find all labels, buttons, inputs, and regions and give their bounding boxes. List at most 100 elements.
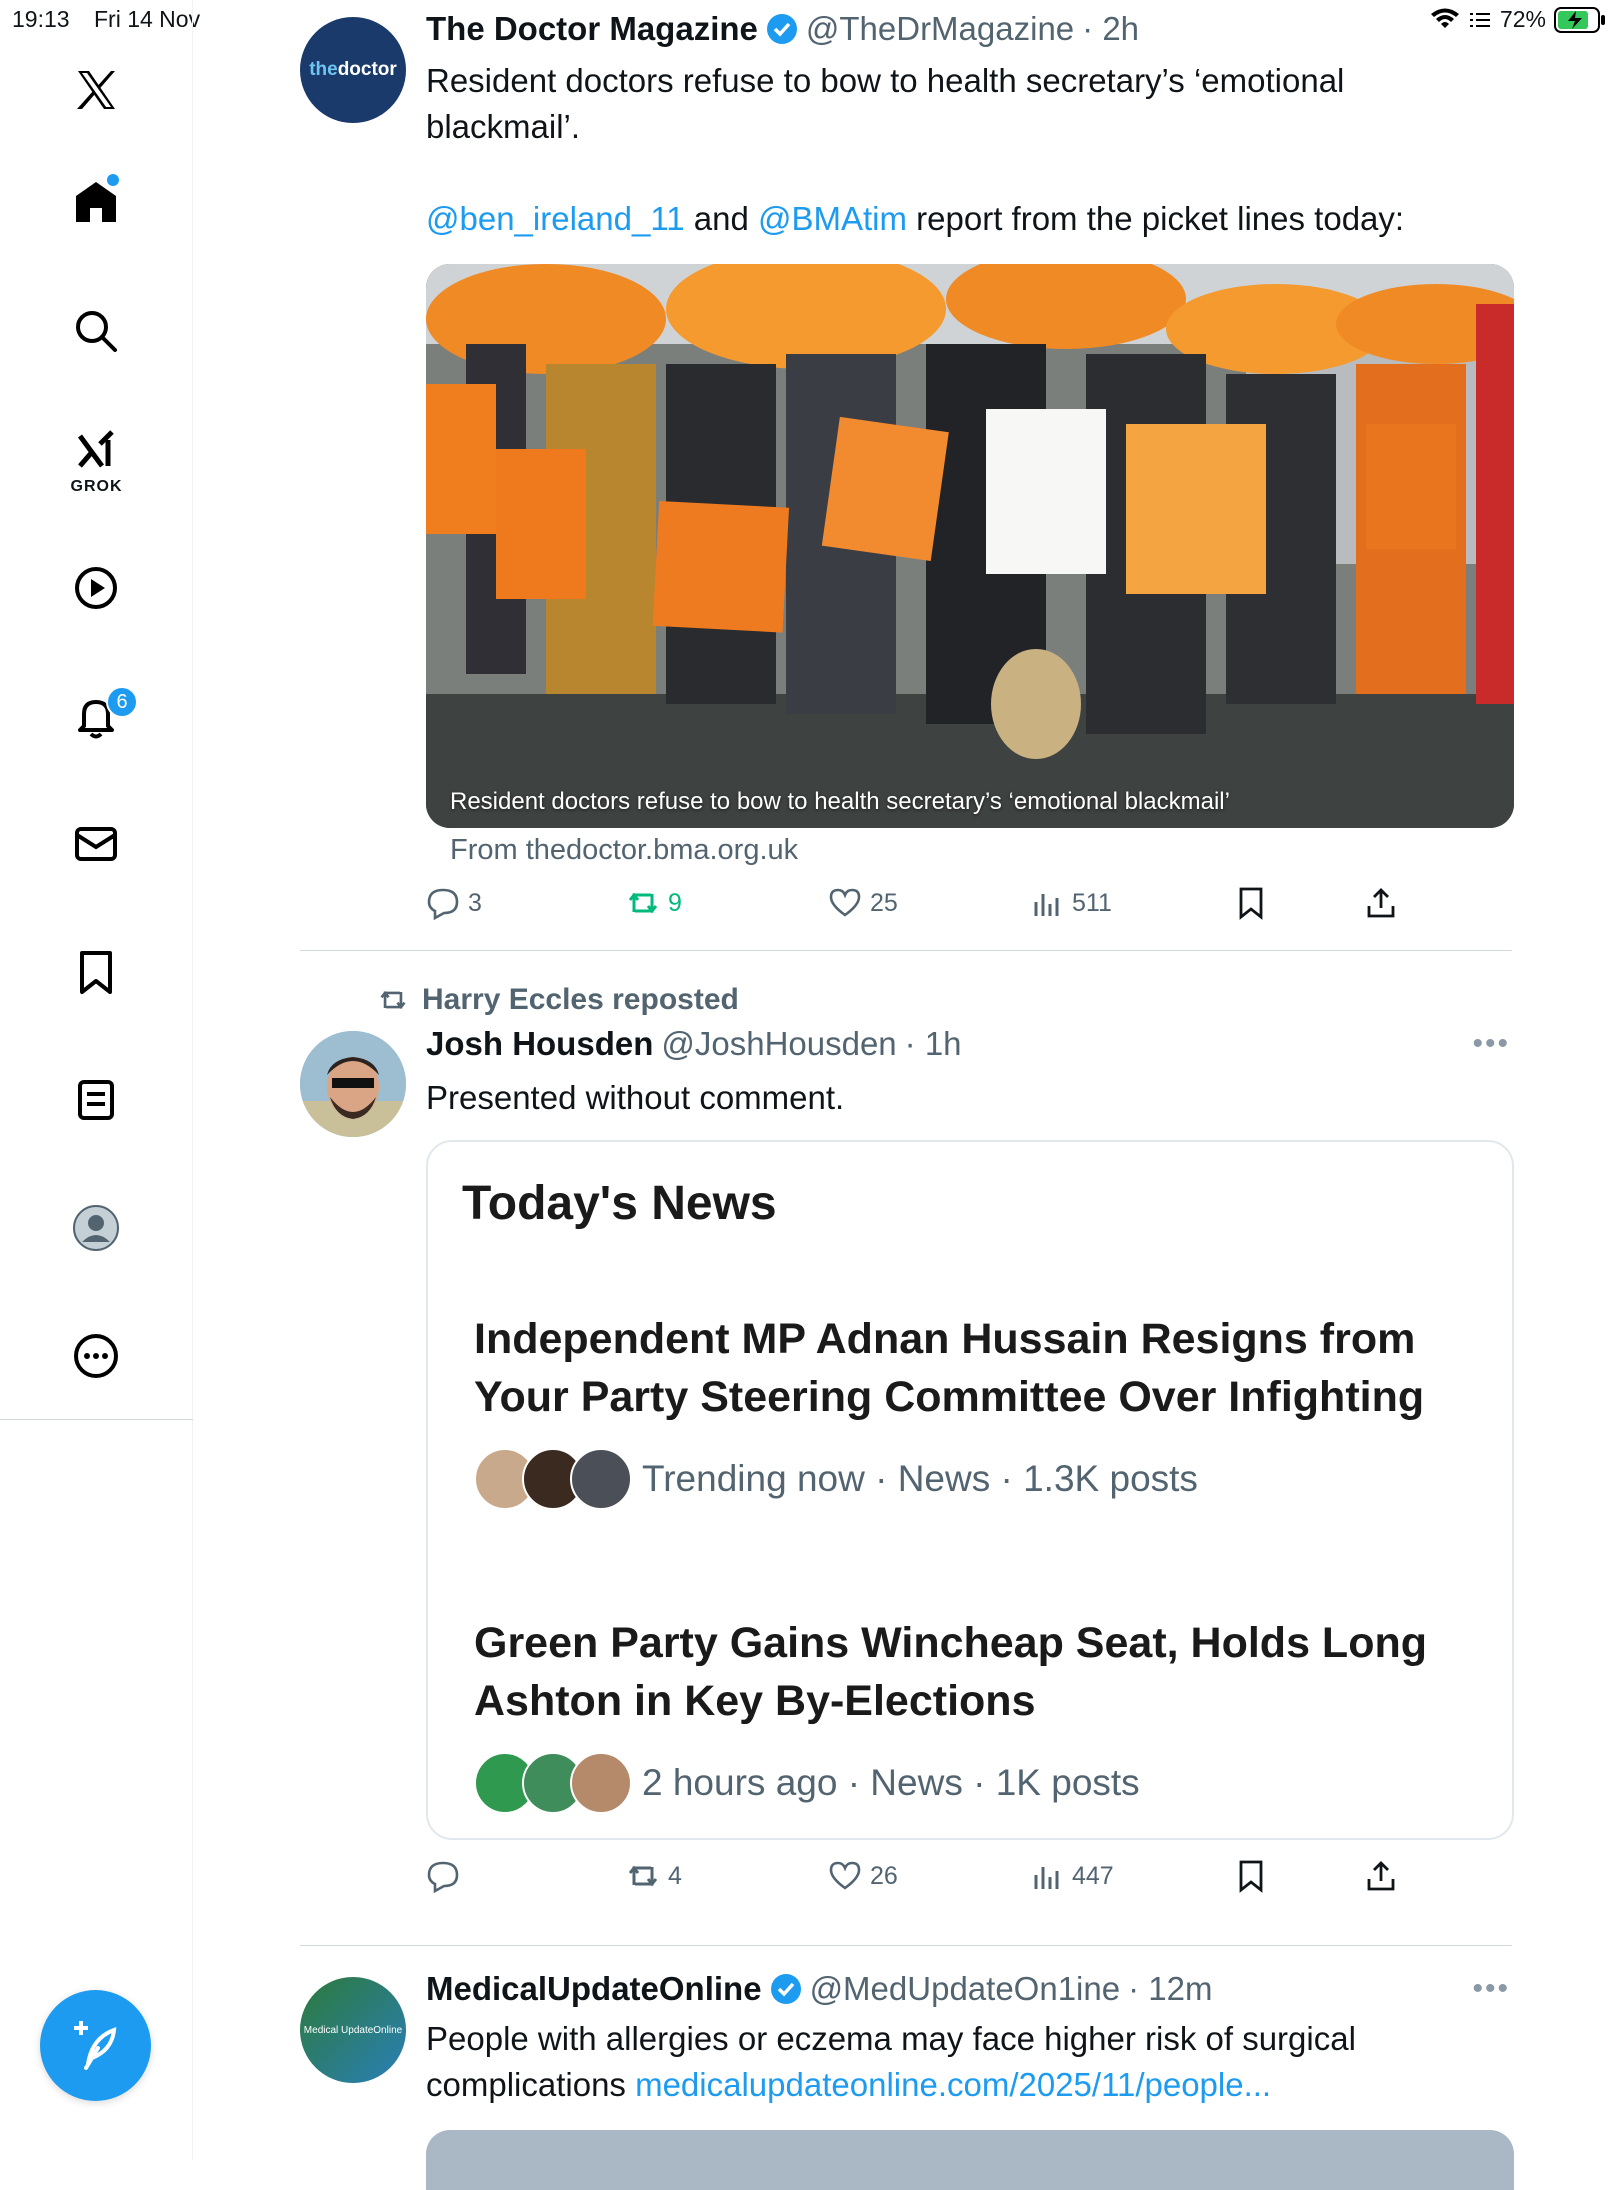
tweet-text-line: blackmail’. <box>426 108 581 145</box>
x-logo-icon[interactable] <box>64 58 128 122</box>
news-card-image[interactable]: Today's News Independent MP Adnan Hussai… <box>426 1140 1514 1840</box>
news-story[interactable]: Green Party Gains Wincheap Seat, Holds L… <box>474 1614 1484 1814</box>
status-right: 72% <box>1430 6 1606 33</box>
participant-avatars <box>474 1752 632 1814</box>
tweet-text-mentions: @ben_ireland_11 and @BMAtim report from … <box>426 196 1426 242</box>
like-button[interactable]: 25 <box>828 886 898 920</box>
avatar[interactable] <box>300 1031 406 1137</box>
story-meta: Trending now · News · 1.3K posts <box>474 1448 1198 1510</box>
display-name[interactable]: The Doctor Magazine <box>426 10 758 48</box>
more-options-icon[interactable] <box>64 1324 128 1388</box>
list-icon <box>1469 12 1490 27</box>
compose-post-button[interactable] <box>40 1990 151 2101</box>
avatar[interactable]: Medical UpdateOnline <box>300 1977 406 2083</box>
avatar-logo-part-a: the <box>309 59 338 80</box>
user-handle[interactable]: @JoshHousden <box>661 1025 896 1063</box>
lists-icon[interactable] <box>64 1068 128 1132</box>
bookmark-icon <box>1239 1860 1263 1893</box>
views-bar-chart-icon <box>1034 1867 1059 1889</box>
repost-icon <box>628 1865 658 1887</box>
tweet-text-line: Resident doctors refuse to bow to health… <box>426 62 1345 99</box>
story-meta-text: Trending now · News · 1.3K posts <box>642 1458 1198 1499</box>
home-unread-dot <box>107 174 119 186</box>
repost-button[interactable]: 9 <box>626 886 682 920</box>
avatar-logo-text: Medical UpdateOnline <box>303 2024 403 2036</box>
tweet-text-fragment: report from the picket lines today: <box>907 200 1405 237</box>
user-handle[interactable]: @TheDrMagazine <box>806 10 1074 48</box>
views-bar-chart-icon <box>1034 894 1059 916</box>
mention-link[interactable]: @ben_ireland_11 <box>426 200 685 237</box>
search-icon[interactable] <box>64 299 128 363</box>
post-time: · 2h <box>1082 10 1140 47</box>
views-button[interactable]: 511 <box>1030 886 1112 920</box>
tweet-separator <box>300 950 1512 951</box>
heart-icon <box>829 888 861 917</box>
share-button[interactable] <box>1364 886 1398 920</box>
like-count: 25 <box>870 888 898 917</box>
share-button[interactable] <box>1364 1859 1398 1893</box>
action-bar: 4 26 447 <box>426 1859 1512 1903</box>
view-count: 511 <box>1072 888 1112 917</box>
repost-count: 4 <box>668 1861 682 1890</box>
verified-badge-icon <box>766 14 797 44</box>
tweet-text: People with allergies or eczema may face… <box>426 2016 1476 2108</box>
more-options-button[interactable]: ••• <box>1472 1027 1510 1061</box>
sidebar: GROK 6 <box>0 0 193 2160</box>
tweet-text-fragment: and <box>684 200 758 237</box>
tweet-header: MedicalUpdateOnline @MedUpdateOn1ine · 1… <box>426 1970 1212 2008</box>
news-story[interactable]: Independent MP Adnan Hussain Resigns fro… <box>474 1310 1484 1510</box>
battery-icon <box>1554 6 1605 33</box>
display-name[interactable]: Josh Housden <box>426 1025 653 1063</box>
post-time: · 1h <box>904 1025 962 1062</box>
avatar-photo <box>300 1031 406 1137</box>
tweet-text-fragment: complications <box>426 2066 636 2103</box>
card-title: Today's News <box>462 1177 777 1230</box>
share-upload-icon <box>1367 888 1395 918</box>
reply-button[interactable] <box>426 1859 468 1893</box>
avatar[interactable]: thedoctor <box>300 17 406 123</box>
tweet-text: Resident doctors refuse to bow to health… <box>426 58 1426 242</box>
reply-button[interactable]: 3 <box>426 886 482 920</box>
avatar-logo-part-b: doctor <box>337 59 397 80</box>
wifi-icon <box>1430 8 1459 28</box>
repost-context: Harry Eccles reposted <box>376 983 739 1017</box>
article-link[interactable]: medicalupdateonline.com/2025/11/people..… <box>635 2066 1271 2103</box>
battery-percent: 72% <box>1499 6 1546 32</box>
participant-avatars <box>474 1448 632 1510</box>
tweet-media-preview[interactable] <box>426 2130 1514 2190</box>
more-options-button[interactable]: ••• <box>1472 1972 1510 2006</box>
story-headline: Independent MP Adnan Hussain Resigns fro… <box>474 1315 1425 1421</box>
bookmark-button[interactable] <box>1234 1859 1268 1893</box>
mention-link[interactable]: @BMAtim <box>758 200 907 237</box>
tweet-header: The Doctor Magazine @TheDrMagazine · 2h <box>426 10 1139 48</box>
video-icon[interactable] <box>64 556 128 620</box>
like-count: 26 <box>870 1861 898 1890</box>
heart-icon <box>829 1861 861 1890</box>
view-count: 447 <box>1072 1861 1114 1890</box>
user-handle[interactable]: @MedUpdateOn1ine <box>810 1970 1121 2008</box>
image-caption: Resident doctors refuse to bow to health… <box>450 788 1230 815</box>
display-name[interactable]: MedicalUpdateOnline <box>426 1970 762 2008</box>
story-meta-text: 2 hours ago · News · 1K posts <box>642 1762 1140 1803</box>
repost-icon <box>380 990 406 1010</box>
post-time: · 12m <box>1128 1970 1213 2007</box>
views-button[interactable]: 447 <box>1030 1859 1114 1893</box>
grok-icon[interactable] <box>64 418 128 482</box>
bookmarks-icon[interactable] <box>64 940 128 1004</box>
messages-envelope-icon[interactable] <box>64 812 128 876</box>
profile-avatar-icon[interactable] <box>64 1196 128 1260</box>
link-card-image[interactable]: Resident doctors refuse to bow to health… <box>426 264 1514 828</box>
share-upload-icon <box>1367 1861 1395 1891</box>
repost-icon <box>628 892 658 914</box>
reposted-by-label[interactable]: Harry Eccles reposted <box>422 983 739 1017</box>
link-source[interactable]: From thedoctor.bma.org.uk <box>450 834 798 867</box>
repost-button[interactable]: 4 <box>626 1859 682 1893</box>
bookmark-button[interactable] <box>1234 886 1268 920</box>
action-bar: 3 9 25 511 <box>426 886 1512 930</box>
tweet-text: Presented without comment. <box>426 1079 845 1116</box>
bookmark-icon <box>1239 887 1263 920</box>
story-meta: 2 hours ago · News · 1K posts <box>474 1752 1140 1814</box>
tweet-text-line-2: complications medicalupdateonline.com/20… <box>426 2062 1476 2108</box>
like-button[interactable]: 26 <box>828 1859 898 1893</box>
story-headline: Green Party Gains Wincheap Seat, Holds L… <box>474 1619 1427 1725</box>
